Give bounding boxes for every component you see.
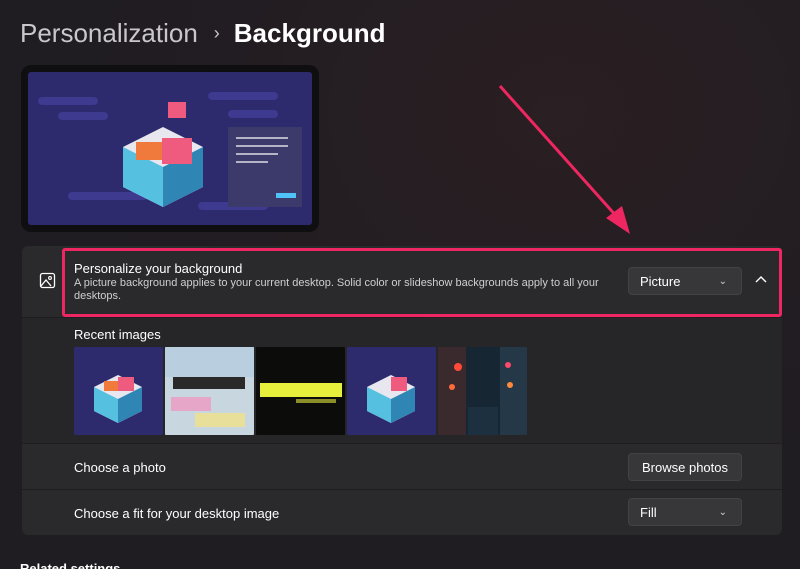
- breadcrumb-separator: ›: [213, 23, 220, 43]
- recent-image-keycap-sushi-2[interactable]: [347, 347, 436, 435]
- choose-fit-label: Choose a fit for your desktop image: [74, 506, 280, 521]
- highlight-frame: [62, 248, 782, 317]
- fit-value: Fill: [640, 504, 657, 520]
- fit-dropdown[interactable]: Fill ⌄: [628, 498, 742, 526]
- page-title: Background: [233, 18, 386, 48]
- desktop-preview: [21, 65, 319, 232]
- recent-images-label: Recent images: [74, 327, 161, 342]
- related-settings-heading: Related settings: [20, 561, 121, 569]
- recent-image-neon-street[interactable]: [438, 347, 527, 435]
- image-icon: [39, 272, 56, 289]
- recent-image-keycap-sushi[interactable]: [74, 347, 163, 435]
- breadcrumb: Personalization › Background: [20, 18, 385, 49]
- recent-image-qk75[interactable]: [165, 347, 254, 435]
- browse-photos-button[interactable]: Browse photos: [628, 453, 742, 481]
- chevron-down-icon: ⌄: [718, 506, 727, 518]
- recent-image-cyberpunk[interactable]: [256, 347, 345, 435]
- breadcrumb-personalization[interactable]: Personalization: [20, 18, 198, 49]
- recent-images-list: [74, 347, 527, 435]
- preview-screen: [28, 72, 312, 225]
- choose-photo-label: Choose a photo: [74, 460, 166, 475]
